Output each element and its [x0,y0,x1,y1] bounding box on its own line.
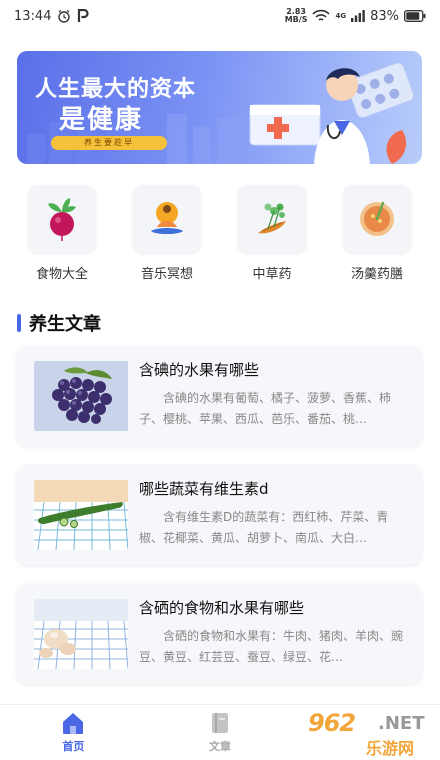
home-icon [63,713,84,734]
category-music[interactable]: 音乐冥想 [122,185,212,282]
category-herb[interactable]: 中草药 [227,185,317,282]
section-accent-bar [17,314,21,332]
net-speed: 2.83 MB/S [284,7,308,24]
status-time: 13:44 [14,8,52,24]
article-card[interactable]: 含硒的食物和水果有哪些 含硒的食物和水果有：牛肉、猪肉、羊肉、豌豆、黄豆、红芸豆… [17,584,422,684]
article-desc: 含硒的食物和水果有：牛肉、猪肉、羊肉、豌豆、黄豆、红芸豆、蚕豆、绿豆、花… [139,629,404,664]
meditation-icon [151,202,183,234]
nav-home[interactable]: 首页 [0,705,147,760]
watermark-number: 962 [308,709,356,737]
category-grid: 食物大全 音乐冥想 中草药 汤羹药膳 [17,185,422,282]
radish-icon [48,198,76,241]
category-food-tile[interactable] [28,185,96,253]
network-type: 4G [335,12,347,20]
article-desc: 含碘的水果有葡萄、橘子、菠萝、香蕉、柿子、樱桃、苹果、西瓜、芭乐、番茄、桃… [139,391,392,426]
category-soup-label: 汤羹药膳 [350,267,403,282]
category-food-label: 食物大全 [35,267,88,282]
article-card[interactable]: 含碘的水果有哪些 含碘的水果有葡萄、橘子、菠萝、香蕉、柿子、樱桃、苹果、西瓜、芭… [17,346,422,446]
category-herb-label: 中草药 [252,267,292,282]
nav-home-label: 首页 [62,740,85,753]
category-music-label: 音乐冥想 [140,267,193,282]
section-header: 养生文章 [17,310,101,336]
wifi-icon [312,9,331,21]
nav-articles[interactable]: 文章 [147,705,294,760]
status-bar: 13:44 2.83 MB/S 4G 83% [0,0,440,32]
book-icon [212,713,228,733]
eggs-thumbnail [34,599,128,669]
category-music-tile[interactable] [133,185,201,253]
article-title: 含碘的水果有哪些 [139,361,260,379]
category-herb-tile[interactable] [238,185,306,253]
herb-icon [258,203,286,234]
cucumber-thumbnail [34,480,128,550]
battery-icon [404,10,426,22]
watermark-net: .NET [378,713,425,734]
signal-icon [351,10,365,22]
category-food[interactable]: 食物大全 [17,185,107,282]
banner-title-line2: 是健康 [59,105,144,135]
nav-articles-label: 文章 [209,740,231,753]
article-desc: 含有维生素D的蔬菜有：西红柿、芹菜、青椒、花椰菜、黄瓜、胡萝卜、南瓜、大白… [139,510,389,545]
article-title: 哪些蔬菜有维生素d [139,480,269,498]
banner-slogan-pill: 养生要趁早 [51,136,167,150]
site-watermark: 962 .NET 乐游网 [300,707,432,758]
health-banner[interactable]: 人生最大的资本 是健康 养生要趁早 [17,51,422,164]
soup-icon [360,201,394,236]
app-notification-icon [78,9,90,22]
section-title: 养生文章 [29,314,101,335]
battery-percent: 83% [370,8,399,24]
category-soup[interactable]: 汤羹药膳 [332,185,422,282]
doctor-illustration [249,62,415,164]
category-soup-tile[interactable] [343,185,411,253]
article-title: 含硒的食物和水果有哪些 [139,599,305,617]
watermark-chinese: 乐游网 [366,739,415,758]
alarm-icon [58,10,71,23]
article-card[interactable]: 哪些蔬菜有维生素d 含有维生素D的蔬菜有：西红柿、芹菜、青椒、花椰菜、黄瓜、胡萝… [17,465,422,565]
grapes-thumbnail [34,361,128,431]
